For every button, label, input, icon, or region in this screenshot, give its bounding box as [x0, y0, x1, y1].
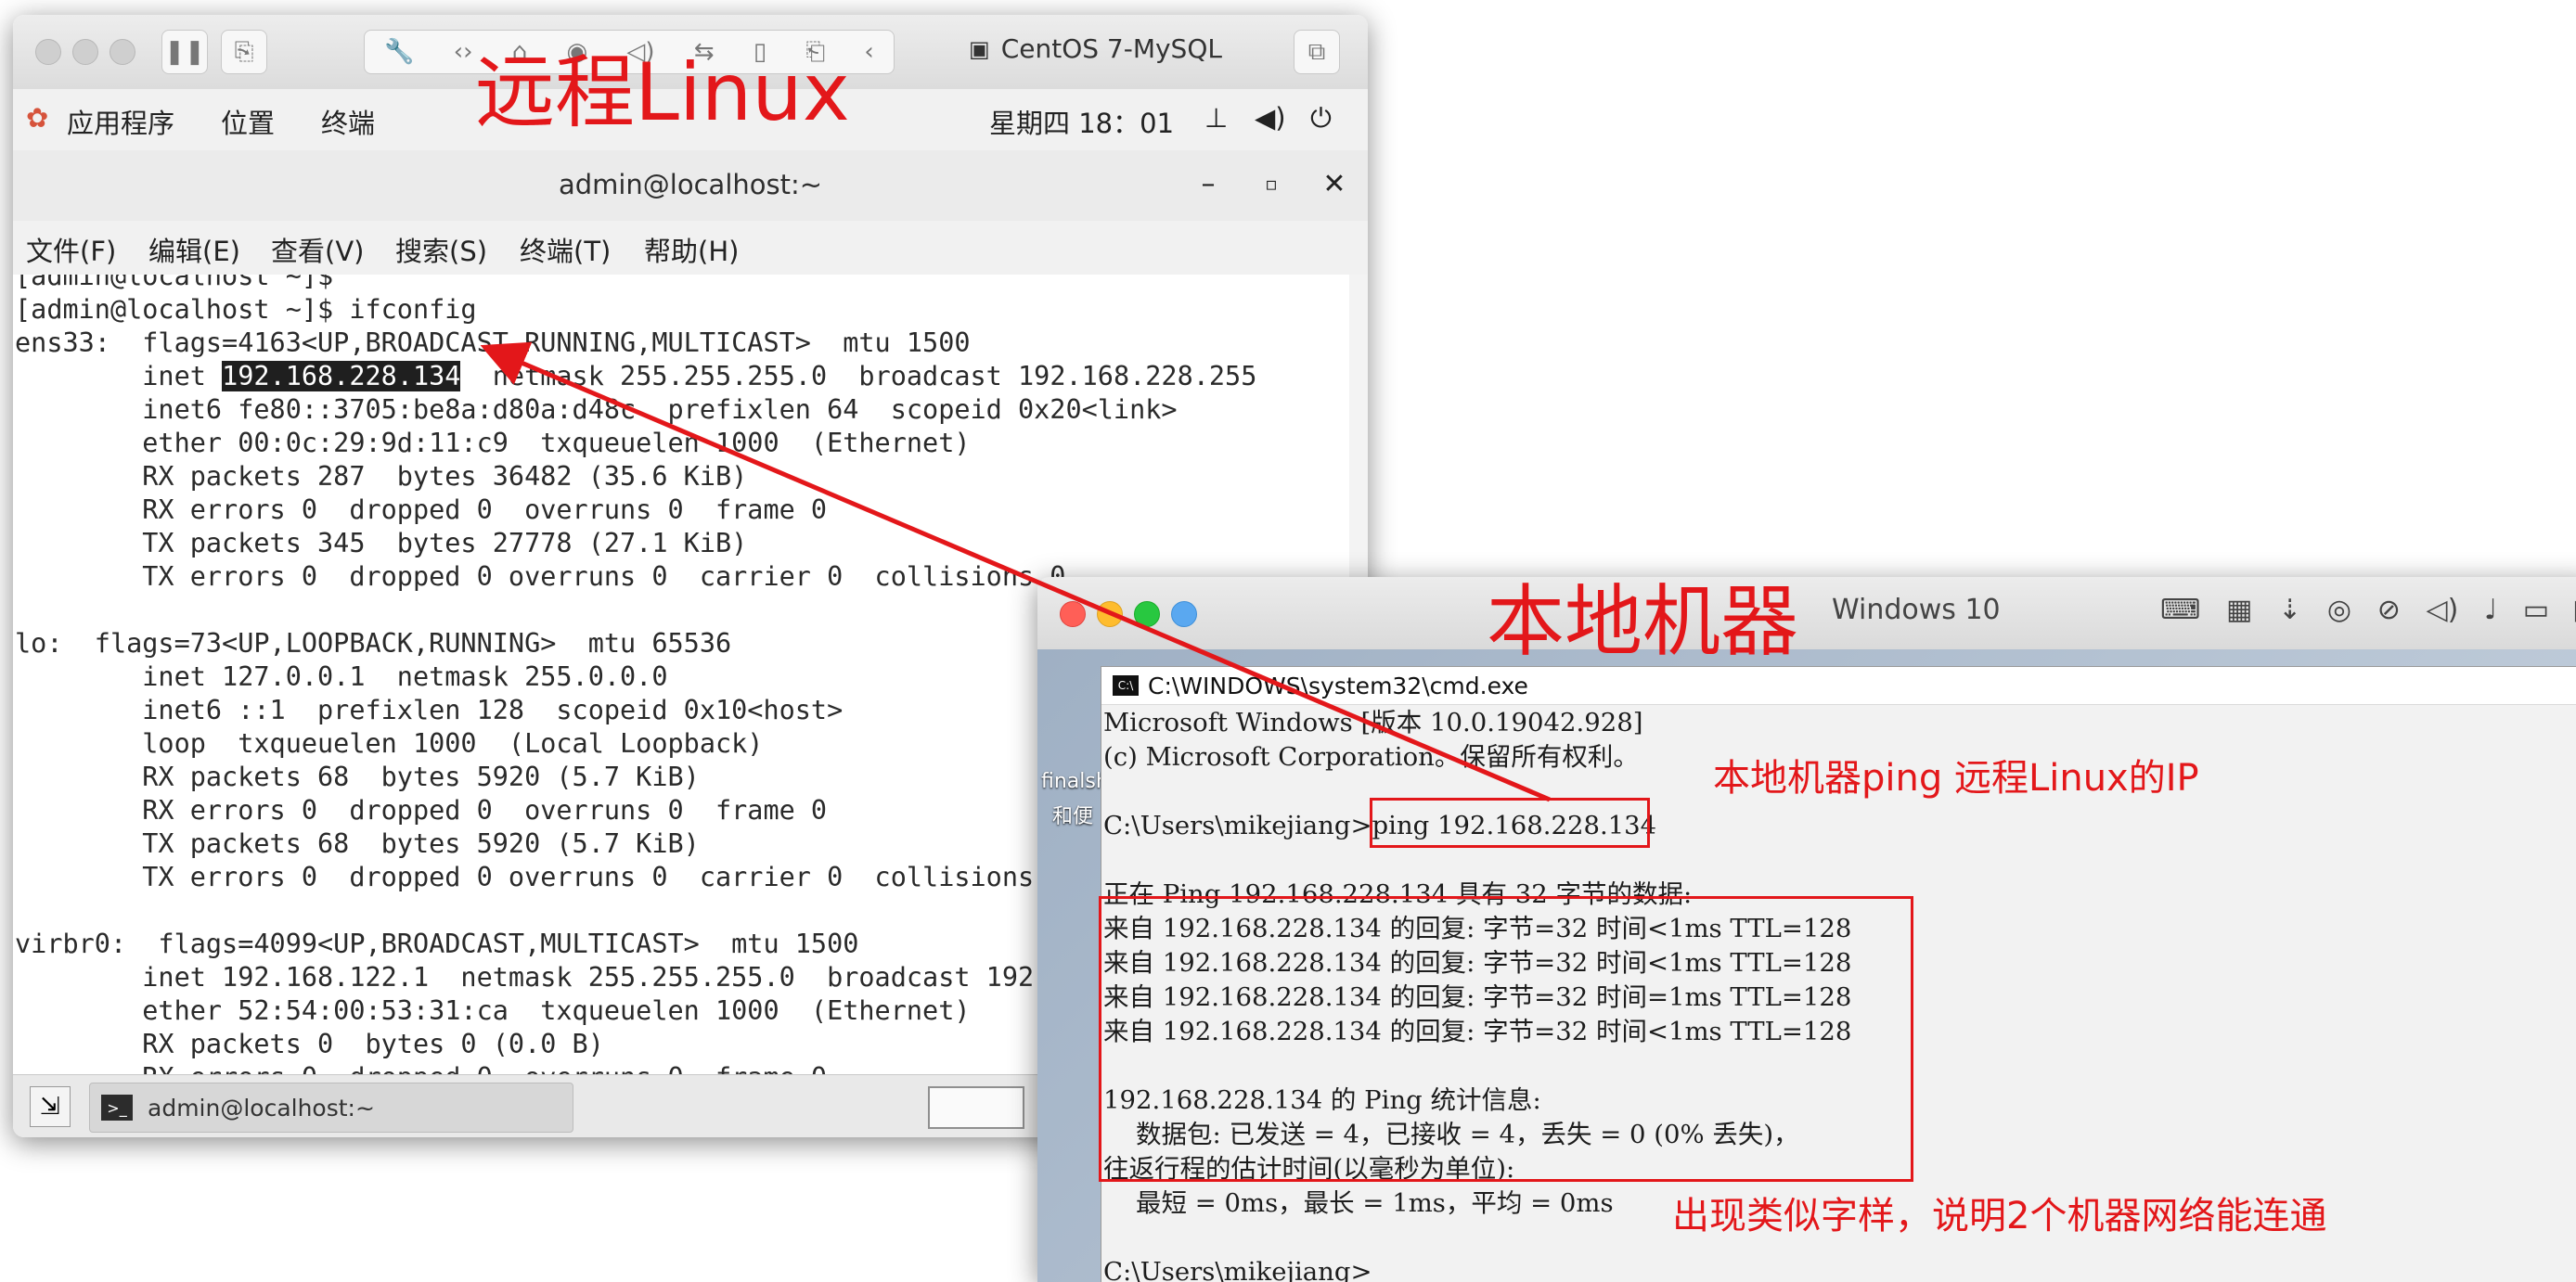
annotation-arrow [480, 341, 1551, 802]
